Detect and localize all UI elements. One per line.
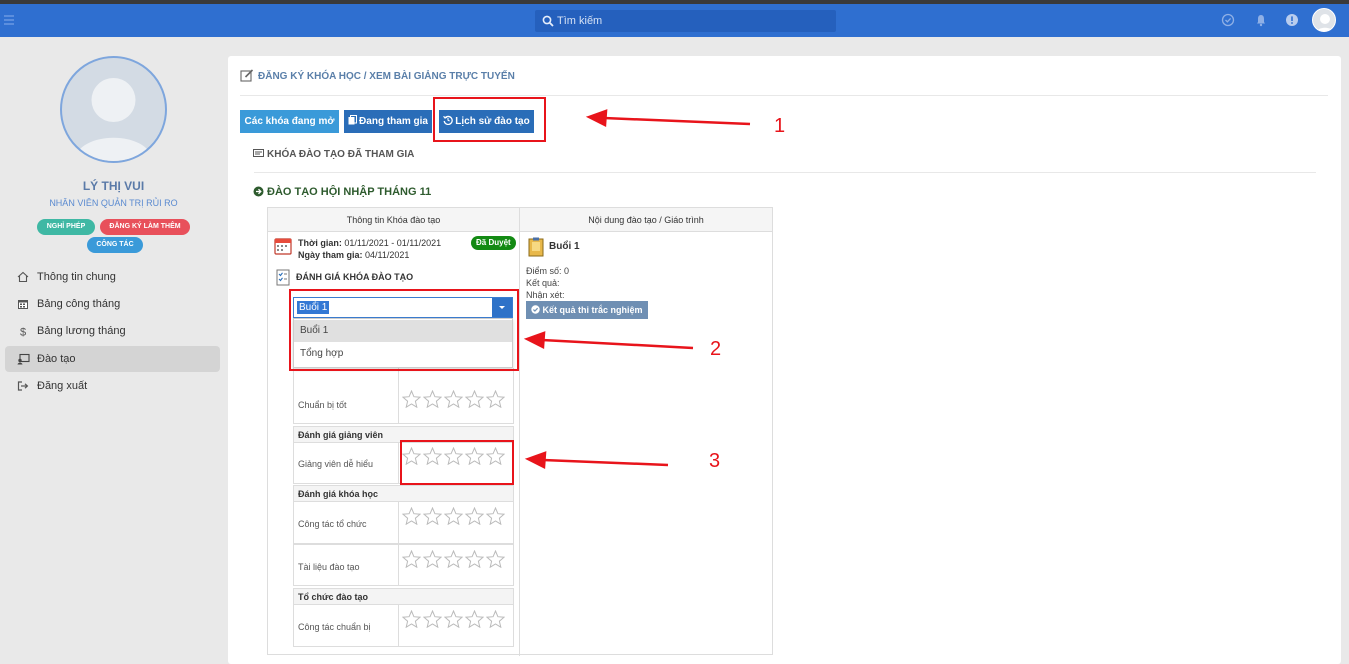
annotation-number-2: 2 [710,338,722,360]
annotation-arrows [523,109,751,469]
annotation-number-1: 1 [774,115,786,137]
annotation-number-3: 3 [709,450,721,472]
